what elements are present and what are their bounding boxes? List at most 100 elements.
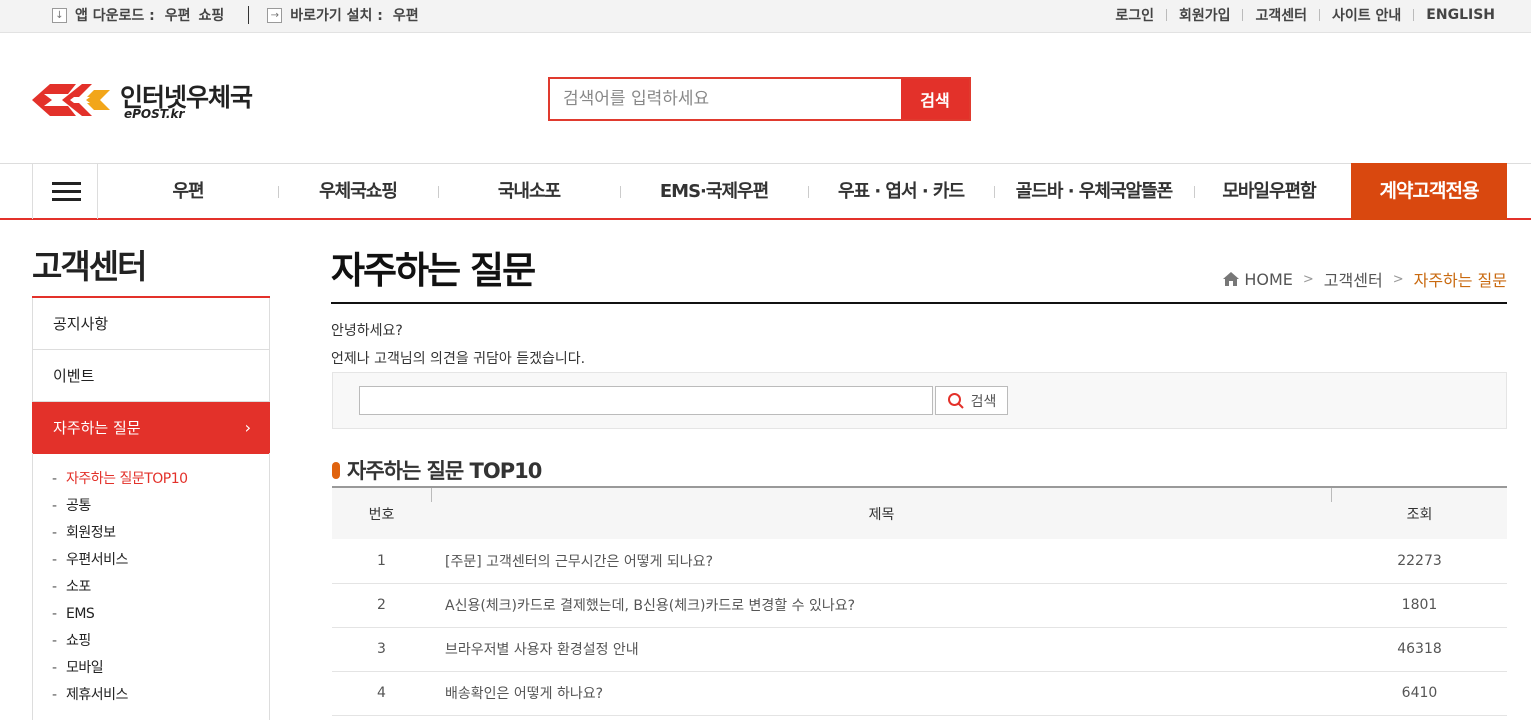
row-number: 3 <box>332 627 431 672</box>
row-views: 1801 <box>1332 583 1507 628</box>
row-views: 46318 <box>1332 627 1507 672</box>
shortcut-link-post[interactable]: 우편 <box>393 5 419 25</box>
faq-category-parcel[interactable]: - 소포 <box>33 574 269 601</box>
section-title-text: 자주하는 질문 TOP10 <box>347 459 542 483</box>
dash-icon: - <box>52 498 57 514</box>
utility-divider <box>248 6 250 24</box>
row-views: 22273 <box>1332 539 1507 584</box>
logo-mark-icon <box>32 84 110 116</box>
nav-item-ems[interactable]: EMS·국제우편 <box>620 164 808 219</box>
sidebar-item-notice[interactable]: 공지사항 <box>32 298 270 350</box>
utility-sep <box>1319 9 1321 21</box>
title-divider <box>331 302 1507 304</box>
customer-center-link[interactable]: 고객센터 <box>1255 5 1307 25</box>
faq-category-member[interactable]: - 회원정보 <box>33 520 269 547</box>
global-search-input[interactable] <box>550 79 901 119</box>
english-link[interactable]: ENGLISH <box>1426 7 1495 23</box>
sidebar-item-faq[interactable]: 자주하는 질문 › <box>32 402 270 454</box>
nav-item-domestic-parcel[interactable]: 국내소포 <box>438 164 620 219</box>
row-number: 4 <box>332 671 431 716</box>
table-row[interactable]: 3 브라우저별 사용자 환경설정 안내 46318 <box>332 627 1507 672</box>
column-subject: 제목 <box>431 487 1332 539</box>
sidebar-item-event[interactable]: 이벤트 <box>32 350 270 402</box>
faq-category-list: - 자주하는 질문TOP10 - 공통 - 회원정보 - 우편서비스 - 소포 - EMS … <box>32 453 270 720</box>
search-icon <box>947 392 964 409</box>
hamburger-icon-line <box>52 198 81 201</box>
breadcrumb-home[interactable]: HOME <box>1244 270 1293 289</box>
global-search: 검색 <box>548 77 971 121</box>
column-subject-label: 제목 <box>868 506 895 523</box>
faq-table-header: 번호 제목 조회 <box>332 487 1507 539</box>
section-title: 자주하는 질문 TOP10 <box>332 455 542 485</box>
row-subject-link[interactable]: [주문] 고객센터의 근무시간은 어떻게 되나요? <box>431 539 1332 584</box>
logo-sub: ePOST.kr <box>124 107 185 121</box>
utility-sep <box>1242 9 1244 21</box>
utility-bar: ↓ 앱 다운로드 : 우편 쇼핑 → 바로가기 설치 : 우편 로그인 회원가입… <box>0 0 1531 33</box>
faq-category-top10[interactable]: - 자주하는 질문TOP10 <box>33 466 269 493</box>
column-number: 번호 <box>368 506 395 523</box>
header-tick <box>431 488 432 502</box>
faq-category-postal[interactable]: - 우편서비스 <box>33 547 269 574</box>
chevron-right-icon: › <box>244 418 251 437</box>
app-link-shopping[interactable]: 쇼핑 <box>199 5 225 25</box>
faq-category-common[interactable]: - 공통 <box>33 493 269 520</box>
main-navigation: 우편 우체국쇼핑 국내소포 EMS·국제우편 우표 · 엽서 · 카드 골드바 … <box>0 163 1531 220</box>
nav-item-post[interactable]: 우편 <box>98 164 278 219</box>
sidebar-menu: 공지사항 이벤트 자주하는 질문 › <box>32 296 270 454</box>
row-subject-link[interactable]: 브라우저별 사용자 환경설정 안내 <box>431 627 1332 672</box>
login-link[interactable]: 로그인 <box>1115 5 1154 25</box>
nav-item-stamps[interactable]: 우표 · 엽서 · 카드 <box>808 164 994 219</box>
category-label: 모바일 <box>66 660 104 676</box>
site-guide-link[interactable]: 사이트 안내 <box>1332 5 1401 25</box>
category-label: 회원정보 <box>66 525 116 541</box>
shortcut-label: 바로가기 설치 : <box>290 8 383 24</box>
table-row[interactable]: 4 배송확인은 어떻게 하나요? 6410 <box>332 671 1507 716</box>
row-number: 2 <box>332 583 431 628</box>
table-row[interactable]: 2 A신용(체크)카드로 결제했는데, B신용(체크)카드로 변경할 수 있나요… <box>332 583 1507 628</box>
category-label: 공통 <box>66 498 91 514</box>
faq-search-input[interactable] <box>359 386 933 415</box>
faq-search-box: 검색 <box>332 372 1507 429</box>
breadcrumb-customer-center[interactable]: 고객센터 <box>1324 267 1383 291</box>
row-subject-link[interactable]: 배송확인은 어떻게 하나요? <box>431 671 1332 716</box>
row-views: 6410 <box>1332 671 1507 716</box>
faq-search-button[interactable]: 검색 <box>935 386 1008 415</box>
global-search-button[interactable]: 검색 <box>901 79 969 119</box>
category-label: EMS <box>66 606 95 622</box>
download-icon: ↓ <box>52 7 67 23</box>
dash-icon: - <box>52 660 57 676</box>
faq-category-mobile[interactable]: - 모바일 <box>33 655 269 682</box>
category-label: 소포 <box>66 579 91 595</box>
category-label: 우편서비스 <box>66 552 128 568</box>
nav-item-shopping[interactable]: 우체국쇼핑 <box>278 164 438 219</box>
dash-icon: - <box>52 606 57 622</box>
table-row[interactable]: 1 [주문] 고객센터의 근무시간은 어떻게 되나요? 22273 <box>332 539 1507 584</box>
hamburger-icon-line <box>52 190 81 193</box>
epost-logo[interactable]: 인터넷우체국 ePOST.kr <box>32 78 272 124</box>
utility-left: ↓ 앱 다운로드 : 우편 쇼핑 → 바로가기 설치 : 우편 <box>52 6 427 24</box>
dash-icon: - <box>52 579 57 595</box>
greeting-line-2: 언제나 고객님의 의견을 귀담아 듣겠습니다. <box>331 351 586 367</box>
home-icon <box>1223 272 1240 286</box>
chevron-right-icon: > <box>1392 271 1404 287</box>
signup-link[interactable]: 회원가입 <box>1179 5 1231 25</box>
dash-icon: - <box>52 471 57 487</box>
row-subject-link[interactable]: A신용(체크)카드로 결제했는데, B신용(체크)카드로 변경할 수 있나요? <box>431 583 1332 628</box>
nav-item-goldbar[interactable]: 골드바 · 우체국알뜰폰 <box>994 164 1194 219</box>
column-views: 조회 <box>1406 506 1433 523</box>
app-link-post[interactable]: 우편 <box>165 5 191 25</box>
faq-category-shopping[interactable]: - 쇼핑 <box>33 628 269 655</box>
contract-customer-button[interactable]: 계약고객전용 <box>1351 163 1507 220</box>
nav-item-mobile-mailbox[interactable]: 모바일우편함 <box>1194 164 1344 219</box>
faq-category-ems[interactable]: - EMS <box>33 601 269 628</box>
category-label: 제휴서비스 <box>66 687 128 703</box>
sidebar-item-label: 자주하는 질문 <box>53 419 141 437</box>
sidebar-title: 고객센터 <box>32 247 147 286</box>
utility-sep <box>1413 9 1415 21</box>
faq-category-partner[interactable]: - 제휴서비스 <box>33 682 269 709</box>
faq-search-button-label: 검색 <box>970 393 997 410</box>
dash-icon: - <box>52 525 57 541</box>
utility-right: 로그인 회원가입 고객센터 사이트 안내 ENGLISH <box>1115 6 1495 24</box>
all-menu-button[interactable] <box>32 164 98 219</box>
dash-icon: - <box>52 633 57 649</box>
